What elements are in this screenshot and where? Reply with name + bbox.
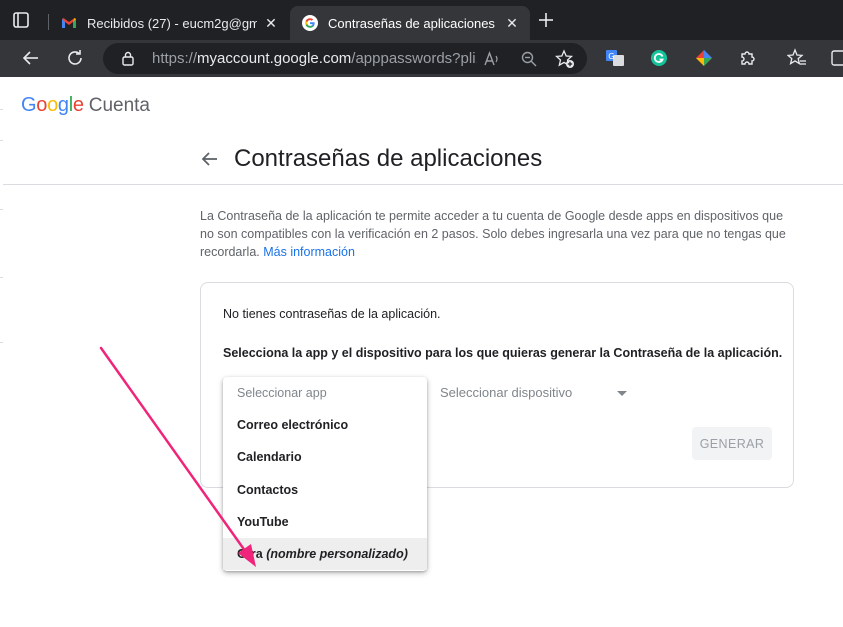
page-content: Google Cuenta Contraseñas de aplicacione… [0, 77, 843, 627]
tab-label: Contraseñas de aplicaciones [328, 15, 495, 31]
option-other-custom[interactable]: Otra (nombre personalizado) [223, 538, 427, 570]
page-header: Contraseñas de aplicaciones [200, 145, 542, 173]
new-tab-icon[interactable] [537, 11, 555, 29]
option-email[interactable]: Correo electrónico [223, 409, 427, 441]
header-divider [3, 184, 843, 185]
no-passwords-text: No tienes contraseñas de la aplicación. [223, 307, 441, 321]
gmail-icon [62, 18, 76, 28]
instruction-text: Selecciona la app y el dispositivo para … [223, 346, 783, 360]
tab-app-passwords[interactable]: Contraseñas de aplicaciones ✕ [290, 6, 530, 40]
address-bar[interactable]: https://myaccount.google.com/apppassword… [103, 43, 587, 74]
extension-colorful-icon[interactable] [694, 48, 714, 68]
select-device-label: Seleccionar dispositivo [440, 385, 573, 400]
reload-icon[interactable] [65, 48, 85, 68]
close-icon[interactable]: ✕ [263, 15, 279, 31]
close-icon[interactable]: ✕ [504, 15, 520, 31]
description: La Contraseña de la aplicación te permit… [200, 209, 786, 259]
option-contacts[interactable]: Contactos [223, 474, 427, 506]
back-arrow-icon[interactable] [200, 149, 220, 169]
add-favorite-icon[interactable] [555, 49, 575, 69]
option-youtube[interactable]: YouTube [223, 506, 427, 538]
lock-icon[interactable] [121, 51, 135, 66]
more-info-link[interactable]: Más información [263, 245, 355, 259]
favorites-icon[interactable] [787, 48, 807, 68]
google-account-logo[interactable]: Google Cuenta [21, 94, 150, 117]
browser-toolbar: https://myaccount.google.com/apppassword… [0, 40, 843, 77]
translate-icon[interactable]: G [605, 48, 625, 68]
google-g-icon [302, 15, 318, 31]
option-calendar[interactable]: Calendario [223, 441, 427, 473]
extensions-puzzle-icon[interactable] [738, 48, 758, 68]
google-logo-text: Google [21, 94, 84, 116]
url-text: https://myaccount.google.com/apppassword… [152, 50, 477, 67]
tab-label: Recibidos (27) - eucm2g@gmail. [87, 15, 257, 31]
page-title: Contraseñas de aplicaciones [234, 145, 543, 172]
tab-gmail[interactable]: Recibidos (27) - eucm2g@gmail. ✕ [49, 6, 289, 40]
option-other-label: Otra [237, 547, 263, 561]
back-icon[interactable] [21, 48, 41, 68]
select-app-placeholder[interactable]: Seleccionar app [223, 377, 427, 409]
grammarly-icon[interactable] [649, 48, 669, 68]
zoom-out-icon[interactable] [520, 50, 538, 68]
select-device-dropdown[interactable]: Seleccionar dispositivo [440, 385, 627, 409]
tab-actions-icon[interactable] [12, 11, 30, 29]
option-other-hint: (nombre personalizado) [266, 547, 408, 561]
svg-text:G: G [608, 52, 614, 61]
read-aloud-icon[interactable] [483, 50, 501, 68]
collections-icon[interactable] [830, 48, 843, 68]
logo-product: Cuenta [88, 95, 151, 116]
browser-tab-bar: Recibidos (27) - eucm2g@gmail. ✕ Contras… [0, 0, 843, 40]
chevron-down-icon [617, 391, 627, 396]
select-app-dropdown-menu: Seleccionar app Correo electrónico Calen… [223, 377, 427, 571]
generate-button[interactable]: GENERAR [692, 427, 772, 460]
